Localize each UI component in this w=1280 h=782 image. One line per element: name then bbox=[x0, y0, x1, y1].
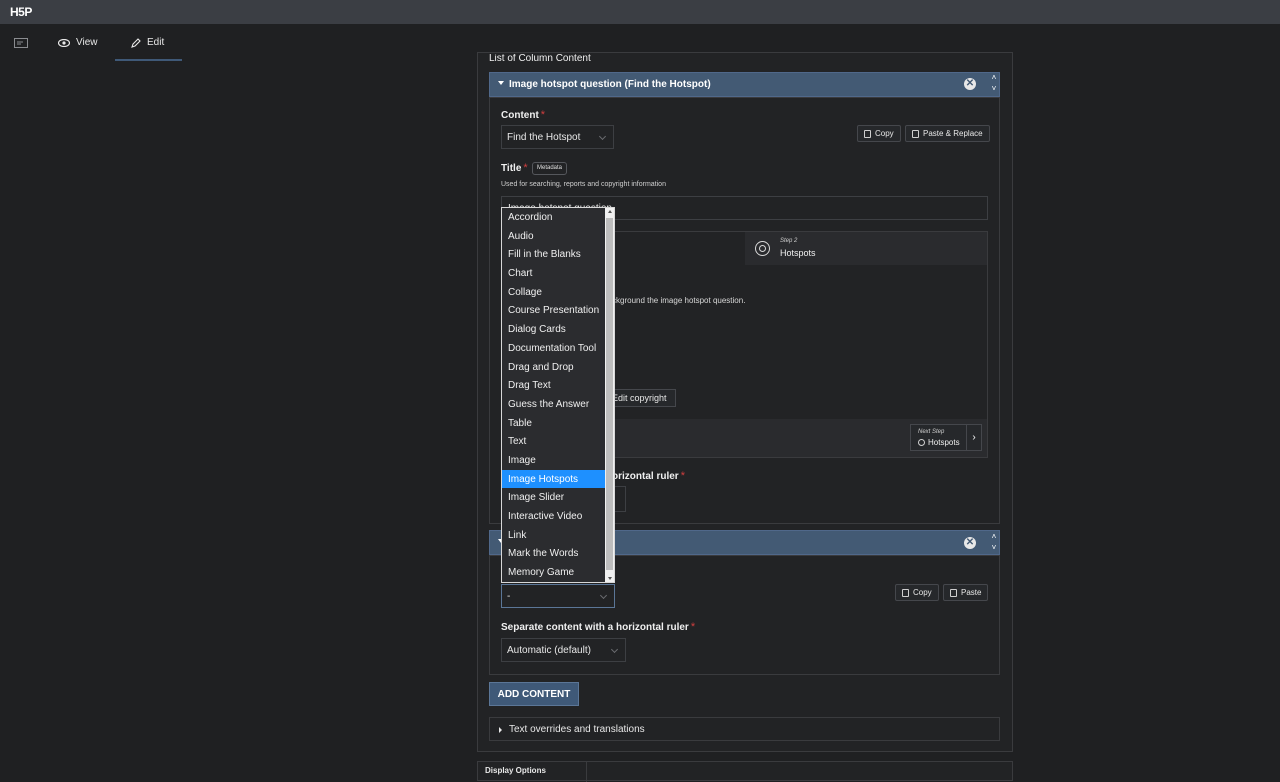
tab-view[interactable]: View bbox=[58, 24, 98, 61]
remove-icon[interactable]: ✕ bbox=[964, 537, 976, 549]
list-heading: List of Column Content bbox=[489, 54, 591, 63]
text-overrides-toggle[interactable]: Text overrides and translations bbox=[489, 717, 1000, 741]
chevron-down-icon bbox=[598, 132, 607, 141]
dropdown-option[interactable]: Drag Text bbox=[502, 376, 614, 395]
move-down-icon[interactable]: ˅ bbox=[989, 544, 999, 552]
title-help: Used for searching, reports and copyrigh… bbox=[501, 181, 666, 188]
wizard-step-2[interactable]: Step 2 Hotspots bbox=[745, 232, 987, 265]
title-label: Title * bbox=[501, 162, 528, 174]
dropdown-option[interactable]: Documentation Tool bbox=[502, 339, 614, 358]
chevron-down-icon bbox=[610, 645, 619, 654]
dropdown-option[interactable]: Link bbox=[502, 526, 614, 545]
dropdown-option[interactable]: Guess the Answer bbox=[502, 395, 614, 414]
content-type-dropdown[interactable]: Accordion Audio Fill in the Blanks Chart Col… bbox=[501, 207, 615, 583]
dropdown-option[interactable]: Chart bbox=[502, 264, 614, 283]
copy-label: Copy bbox=[875, 129, 894, 138]
paste-icon bbox=[950, 588, 957, 597]
chevron-down-icon bbox=[599, 591, 608, 600]
copy-icon bbox=[864, 129, 871, 138]
dropdown-option[interactable]: Drag and Drop bbox=[502, 358, 614, 377]
scroll-thumb[interactable] bbox=[606, 218, 613, 570]
step2-small: Step 2 bbox=[780, 238, 798, 244]
tab-view-label: View bbox=[76, 37, 98, 48]
dropdown-option[interactable]: Image bbox=[502, 451, 614, 470]
item2-content-select[interactable]: - bbox=[501, 584, 615, 608]
hotspot-small-icon bbox=[918, 439, 925, 446]
move-up-icon[interactable]: ˄ bbox=[989, 74, 999, 82]
chevron-right-icon[interactable]: › bbox=[966, 424, 982, 451]
dropdown-option[interactable]: Fill in the Blanks bbox=[502, 245, 614, 264]
dropdown-option[interactable]: Memory Game bbox=[502, 563, 614, 582]
dropdown-option[interactable]: Image Slider bbox=[502, 488, 614, 507]
dropdown-options: Accordion Audio Fill in the Blanks Chart Col… bbox=[502, 208, 614, 582]
dropdown-option[interactable]: Dialog Cards bbox=[502, 320, 614, 339]
dropdown-option[interactable]: Course Presentation bbox=[502, 301, 614, 320]
dropdown-option[interactable]: Interactive Video bbox=[502, 507, 614, 526]
ruler-select-value: Automatic (default) bbox=[507, 645, 591, 656]
content-label: Content * bbox=[501, 109, 546, 121]
divider bbox=[586, 762, 587, 782]
paste-icon bbox=[912, 129, 919, 138]
background-help: ckground the image hotspot question. bbox=[612, 296, 746, 305]
paste-replace-label: Paste & Replace bbox=[923, 129, 983, 138]
copy-button[interactable]: Copy bbox=[857, 125, 901, 142]
scroll-down-icon[interactable] bbox=[608, 577, 612, 580]
hotspot-icon bbox=[755, 241, 770, 256]
dropdown-option[interactable]: Text bbox=[502, 432, 614, 451]
step2-label: Hotspots bbox=[780, 248, 816, 258]
content-select-value: Find the Hotspot bbox=[507, 132, 581, 143]
content-select[interactable]: Find the Hotspot bbox=[501, 125, 614, 149]
copy-button[interactable]: Copy bbox=[895, 584, 939, 601]
ruler-label: Separate content with a horizontal ruler… bbox=[501, 621, 696, 633]
paste-label: Paste bbox=[961, 588, 982, 597]
dropdown-option[interactable]: Collage bbox=[502, 283, 614, 302]
pencil-icon bbox=[131, 37, 141, 48]
app-topbar: H5P bbox=[0, 0, 1280, 24]
next-step-label: Hotspots bbox=[928, 438, 960, 447]
folder-icon[interactable] bbox=[14, 24, 28, 61]
copy-label: Copy bbox=[913, 588, 932, 597]
dropdown-scrollbar[interactable] bbox=[605, 208, 614, 582]
dropdown-option[interactable]: Accordion bbox=[502, 208, 614, 227]
remove-icon[interactable]: ✕ bbox=[964, 78, 976, 90]
move-up-icon[interactable]: ˄ bbox=[989, 533, 999, 541]
next-step-button[interactable]: Next Step Hotspots bbox=[910, 424, 967, 451]
dropdown-option[interactable]: Audio bbox=[502, 227, 614, 246]
paste-replace-button[interactable]: Paste & Replace bbox=[905, 125, 990, 142]
dropdown-option[interactable]: Mark the Words bbox=[502, 544, 614, 563]
copy-icon bbox=[902, 588, 909, 597]
ruler-label-partial: orizontal ruler * bbox=[612, 470, 685, 482]
item2-select-value: - bbox=[507, 591, 511, 602]
tab-edit[interactable]: Edit bbox=[131, 24, 164, 61]
h5p-logo: H5P bbox=[10, 5, 32, 19]
item1-header[interactable]: Image hotspot question (Find the Hotspot… bbox=[489, 72, 1000, 97]
metadata-button[interactable]: Metadata bbox=[532, 162, 568, 175]
dropdown-option[interactable]: Table bbox=[502, 414, 614, 433]
paste-button[interactable]: Paste bbox=[943, 584, 989, 601]
active-tab-indicator bbox=[115, 59, 182, 61]
edit-copyright-button[interactable]: Edit copyright bbox=[605, 389, 676, 407]
tab-edit-label: Edit bbox=[147, 37, 165, 48]
item1-title: Image hotspot question (Find the Hotspot… bbox=[509, 79, 711, 90]
collapse-caret-icon bbox=[498, 81, 504, 85]
overrides-label: Text overrides and translations bbox=[509, 724, 645, 735]
next-step-small: Next Step bbox=[918, 429, 945, 435]
move-down-icon[interactable]: ˅ bbox=[989, 85, 999, 93]
expand-caret-icon bbox=[499, 727, 502, 733]
scroll-up-icon[interactable] bbox=[608, 210, 612, 213]
eye-icon bbox=[58, 38, 70, 47]
dropdown-option[interactable]: Image Hotspots bbox=[502, 469, 614, 489]
ruler-select[interactable]: Automatic (default) bbox=[501, 638, 626, 662]
display-options-panel: Display Options bbox=[477, 761, 1013, 782]
add-content-button[interactable]: ADD CONTENT bbox=[489, 682, 579, 706]
